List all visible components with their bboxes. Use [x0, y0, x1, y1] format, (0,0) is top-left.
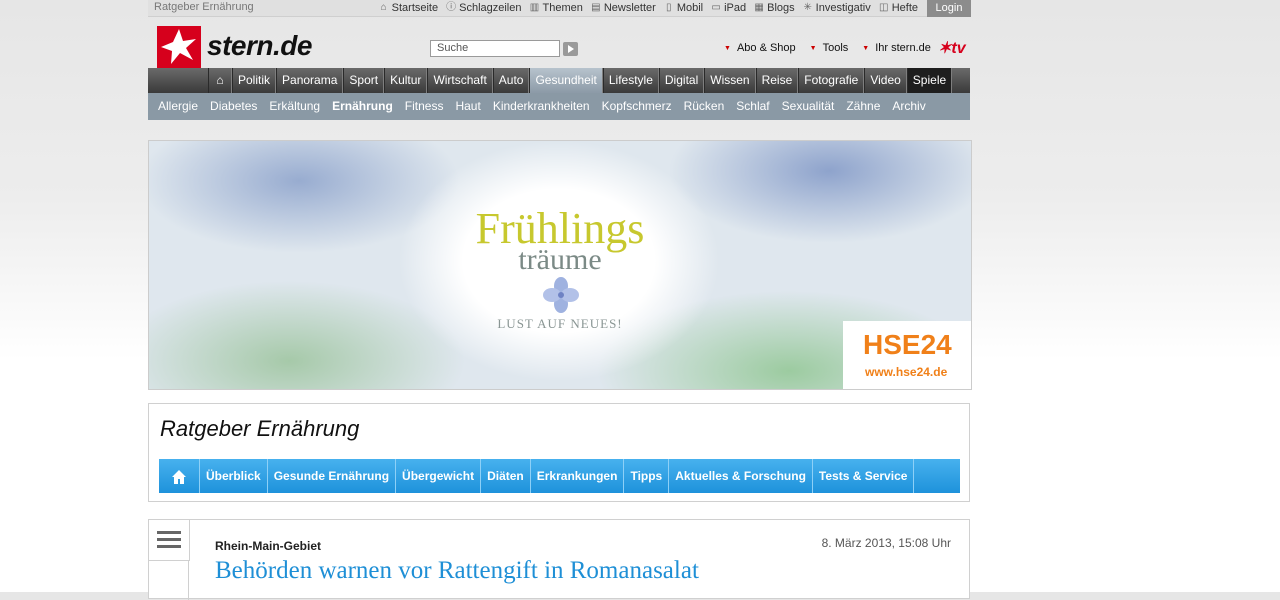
star-icon: ✳ — [803, 2, 812, 13]
subnav-allergie[interactable]: Allergie — [152, 93, 204, 120]
utility-link-mobil[interactable]: ▯ Mobil — [664, 2, 703, 14]
nav-wissen[interactable]: Wissen — [704, 68, 756, 93]
section-title: Ratgeber Ernährung — [160, 416, 360, 441]
search-input[interactable]: Suche — [430, 40, 560, 57]
site-logo-text[interactable]: stern.de — [207, 30, 312, 62]
utility-links: ⌂ Startseite ⓘ Schlagzeilen ▥ Themen ▤ Newsl… — [371, 0, 918, 16]
subnav-schlaf[interactable]: Schlaf — [730, 93, 775, 120]
utility-link-newsletter[interactable]: ▤ Newsletter — [591, 2, 656, 14]
article-date: 8. März 2013, 15:08 Uhr — [821, 536, 951, 550]
subnav-sexualitaet[interactable]: Sexualität — [776, 93, 841, 120]
nav-video[interactable]: Video — [864, 68, 907, 93]
stern-tv-logo[interactable]: ✶tv — [938, 38, 966, 58]
header-link-tools[interactable]: Tools — [810, 42, 849, 54]
header-link-ihr-stern[interactable]: Ihr stern.de — [862, 42, 931, 54]
ratgeber-tab-diaeten[interactable]: Diäten — [481, 459, 531, 493]
book-icon: ▥ — [529, 2, 540, 13]
ratgeber-tab-aktuelles-forschung[interactable]: Aktuelles & Forschung — [669, 459, 813, 493]
utility-link-ipad[interactable]: ▭ iPad — [711, 2, 746, 14]
subnav-kinderkrankheiten[interactable]: Kinderkrankheiten — [487, 93, 596, 120]
ratgeber-tab-tests-service[interactable]: Tests & Service — [813, 459, 915, 493]
subnav-haut[interactable]: Haut — [449, 93, 486, 120]
ratgeber-tab-erkrankungen[interactable]: Erkrankungen — [531, 459, 625, 493]
banner-subline: träume — [518, 243, 602, 276]
nav-digital[interactable]: Digital — [658, 68, 705, 93]
subnav-ernaehrung[interactable]: Ernährung — [326, 93, 399, 120]
subnav-zaehne[interactable]: Zähne — [840, 93, 886, 120]
subnav-kopfschmerz[interactable]: Kopfschmerz — [596, 93, 678, 120]
nav-politik[interactable]: Politik — [232, 68, 277, 93]
nav-gesundheit[interactable]: Gesundheit — [529, 68, 603, 93]
ratgeber-section: Ratgeber Ernährung Überblick Gesunde Ern… — [148, 403, 970, 502]
nav-sport[interactable]: Sport — [343, 68, 385, 93]
utility-link-schlagzeilen[interactable]: ⓘ Schlagzeilen — [446, 2, 521, 14]
header-link-abo-shop[interactable]: Abo & Shop — [724, 42, 796, 54]
utility-link-startseite[interactable]: ⌂ Startseite — [379, 2, 439, 14]
blog-icon: ▦ — [754, 2, 764, 13]
utility-link-hefte[interactable]: ◫ Hefte — [879, 2, 918, 14]
sub-navigation: Allergie Diabetes Erkältung Ernährung Fi… — [148, 93, 970, 120]
subnav-diabetes[interactable]: Diabetes — [204, 93, 263, 120]
article-headline[interactable]: Behörden warnen vor Rattengift in Romana… — [215, 557, 699, 585]
ratgeber-tab-tipps[interactable]: Tipps — [624, 459, 670, 493]
ratgeber-tab-ueberblick[interactable]: Überblick — [200, 459, 268, 493]
hse24-logo[interactable]: HSE24 www.hse24.de — [843, 321, 971, 389]
nav-auto[interactable]: Auto — [492, 68, 530, 93]
advertisement-banner[interactable]: Frühlings träume LUST AUF NEUES! HSE24 w… — [148, 140, 972, 390]
magazine-icon: ◫ — [878, 2, 889, 13]
main-navigation: ⌂ Politik Panorama Sport Kultur Wirtscha… — [148, 68, 970, 93]
nav-kultur[interactable]: Kultur — [384, 68, 428, 93]
home-icon[interactable]: ⌂ — [208, 68, 232, 93]
tv-star-icon: ✶ — [938, 40, 952, 57]
nav-reise[interactable]: Reise — [755, 68, 799, 93]
nav-wirtschaft[interactable]: Wirtschaft — [427, 68, 493, 93]
utility-link-themen[interactable]: ▥ Themen — [529, 2, 583, 14]
nav-spiele[interactable]: Spiele — [906, 68, 953, 93]
ratgeber-home-icon[interactable] — [159, 459, 200, 493]
nav-lifestyle[interactable]: Lifestyle — [602, 68, 659, 93]
document-icon: ▤ — [591, 2, 601, 13]
subnav-fitness[interactable]: Fitness — [399, 93, 450, 120]
top-utility-bar: Ratgeber Ernährung ⌂ Startseite ⓘ Schlagze… — [148, 0, 971, 17]
article-kicker: Rhein-Main-Gebiet — [215, 539, 322, 553]
phone-icon: ▯ — [666, 2, 672, 13]
flower-icon — [543, 277, 579, 313]
subnav-archiv[interactable]: Archiv — [886, 93, 931, 120]
current-page-name: Ratgeber Ernährung — [154, 1, 254, 13]
utility-link-investigativ[interactable]: ✳ Investigativ — [803, 2, 870, 14]
subnav-erkaeltung[interactable]: Erkältung — [263, 93, 326, 120]
header-links: Abo & Shop Tools Ihr stern.de — [724, 42, 945, 54]
menu-icon[interactable] — [149, 520, 190, 561]
ratgeber-tab-gesunde-ernaehrung[interactable]: Gesunde Ernährung — [268, 459, 397, 493]
ratgeber-tab-uebergewicht[interactable]: Übergewicht — [396, 459, 482, 493]
search-submit-button[interactable] — [563, 42, 578, 56]
nav-fotografie[interactable]: Fotografie — [798, 68, 865, 93]
home-line-icon: ⌂ — [380, 2, 387, 13]
info-icon: ⓘ — [446, 2, 457, 13]
login-button[interactable]: Login — [927, 0, 971, 17]
article: Rhein-Main-Gebiet 8. März 2013, 15:08 Uh… — [148, 519, 970, 600]
nav-panorama[interactable]: Panorama — [276, 68, 344, 93]
ratgeber-navigation: Überblick Gesunde Ernährung Übergewicht … — [159, 459, 960, 493]
subnav-ruecken[interactable]: Rücken — [678, 93, 731, 120]
tablet-icon: ▭ — [711, 2, 721, 13]
utility-link-blogs[interactable]: ▦ Blogs — [754, 2, 794, 14]
divider — [188, 560, 189, 600]
stern-logo-icon[interactable] — [157, 26, 201, 68]
